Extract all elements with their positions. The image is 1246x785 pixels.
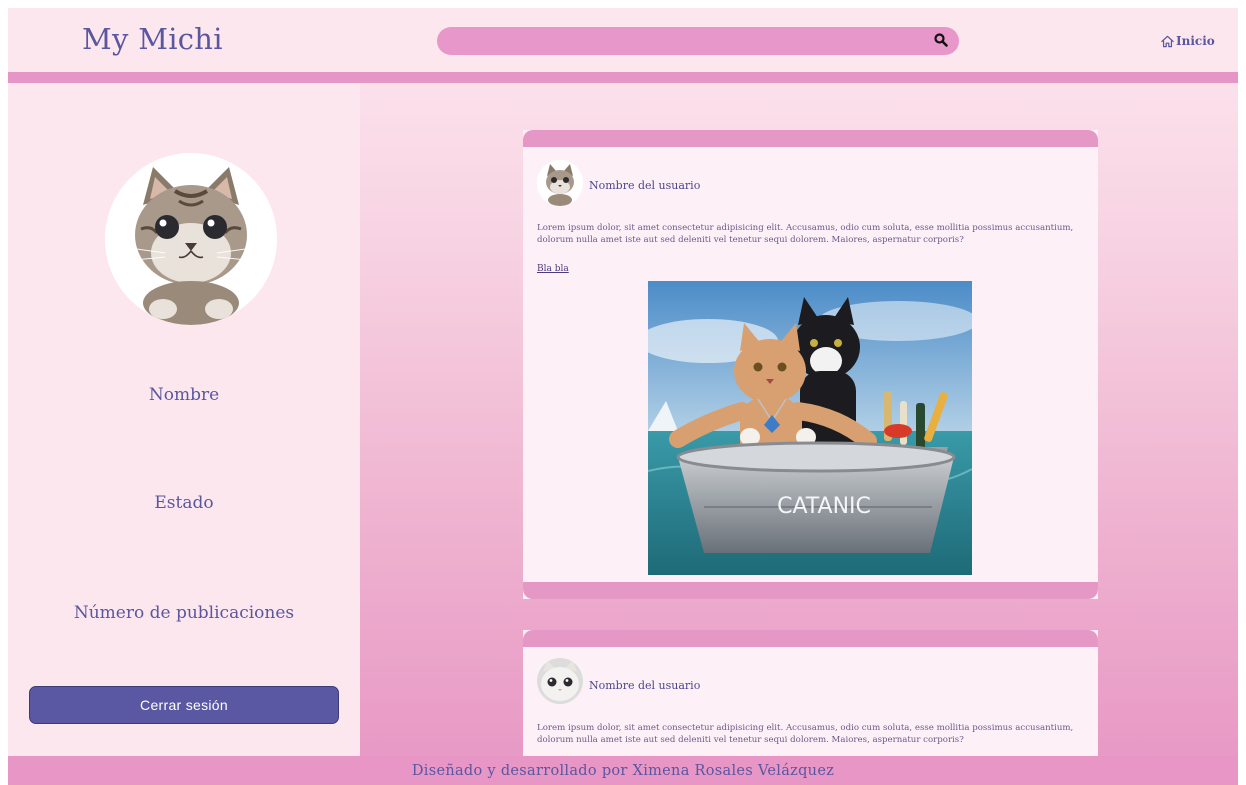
profile-avatar [105,153,277,325]
search-input[interactable] [449,31,929,51]
post-text: Lorem ipsum dolor, sit amet consectetur … [537,223,1074,245]
profile-posts-count: Número de publicaciones [73,603,295,623]
search-bar[interactable] [437,27,959,55]
profile-status: Estado [154,493,214,513]
home-link[interactable]: Inicio [1160,32,1215,50]
search-icon[interactable] [933,32,949,48]
tub-caption: CATANIC [777,494,871,519]
white-cat-avatar-image [537,658,583,704]
footer-credit: Diseñado y desarrollado por Ximena Rosal… [411,762,835,779]
home-icon [1161,35,1174,47]
post-image[interactable]: CATANIC [648,281,972,575]
profile-sidebar: Nombre Estado Número de publicaciones Ce… [8,83,360,756]
post-link[interactable]: Bla bla [537,264,569,274]
logout-button[interactable]: Cerrar sesión [29,686,339,724]
header-divider [8,72,1238,83]
post-card: Nombre del usuario Lorem ipsum dolor, si… [523,630,1098,770]
profile-name: Nombre [148,385,220,405]
post-card: Nombre del usuario Lorem ipsum dolor, si… [523,130,1098,599]
kitten-avatar-image [537,160,583,206]
post-text: Lorem ipsum dolor, sit amet consectetur … [537,723,1074,745]
post-username[interactable]: Nombre del usuario [589,179,700,192]
post-footer-bar [523,582,1098,599]
top-header: My Michi Inicio [8,8,1238,72]
page-frame: My Michi Inicio Nombre Estado Número de … [8,8,1238,785]
cats-in-tub-image: CATANIC [648,281,972,575]
site-logo[interactable]: My Michi [82,22,223,56]
post-header-bar [523,630,1098,647]
page-footer: Diseñado y desarrollado por Ximena Rosal… [8,756,1238,785]
home-link-label: Inicio [1176,34,1215,48]
post-header-bar [523,130,1098,147]
post-username[interactable]: Nombre del usuario [589,679,700,692]
post-user-avatar[interactable] [537,160,583,206]
kitten-avatar-image [105,153,277,325]
post-user-avatar[interactable] [537,658,583,704]
